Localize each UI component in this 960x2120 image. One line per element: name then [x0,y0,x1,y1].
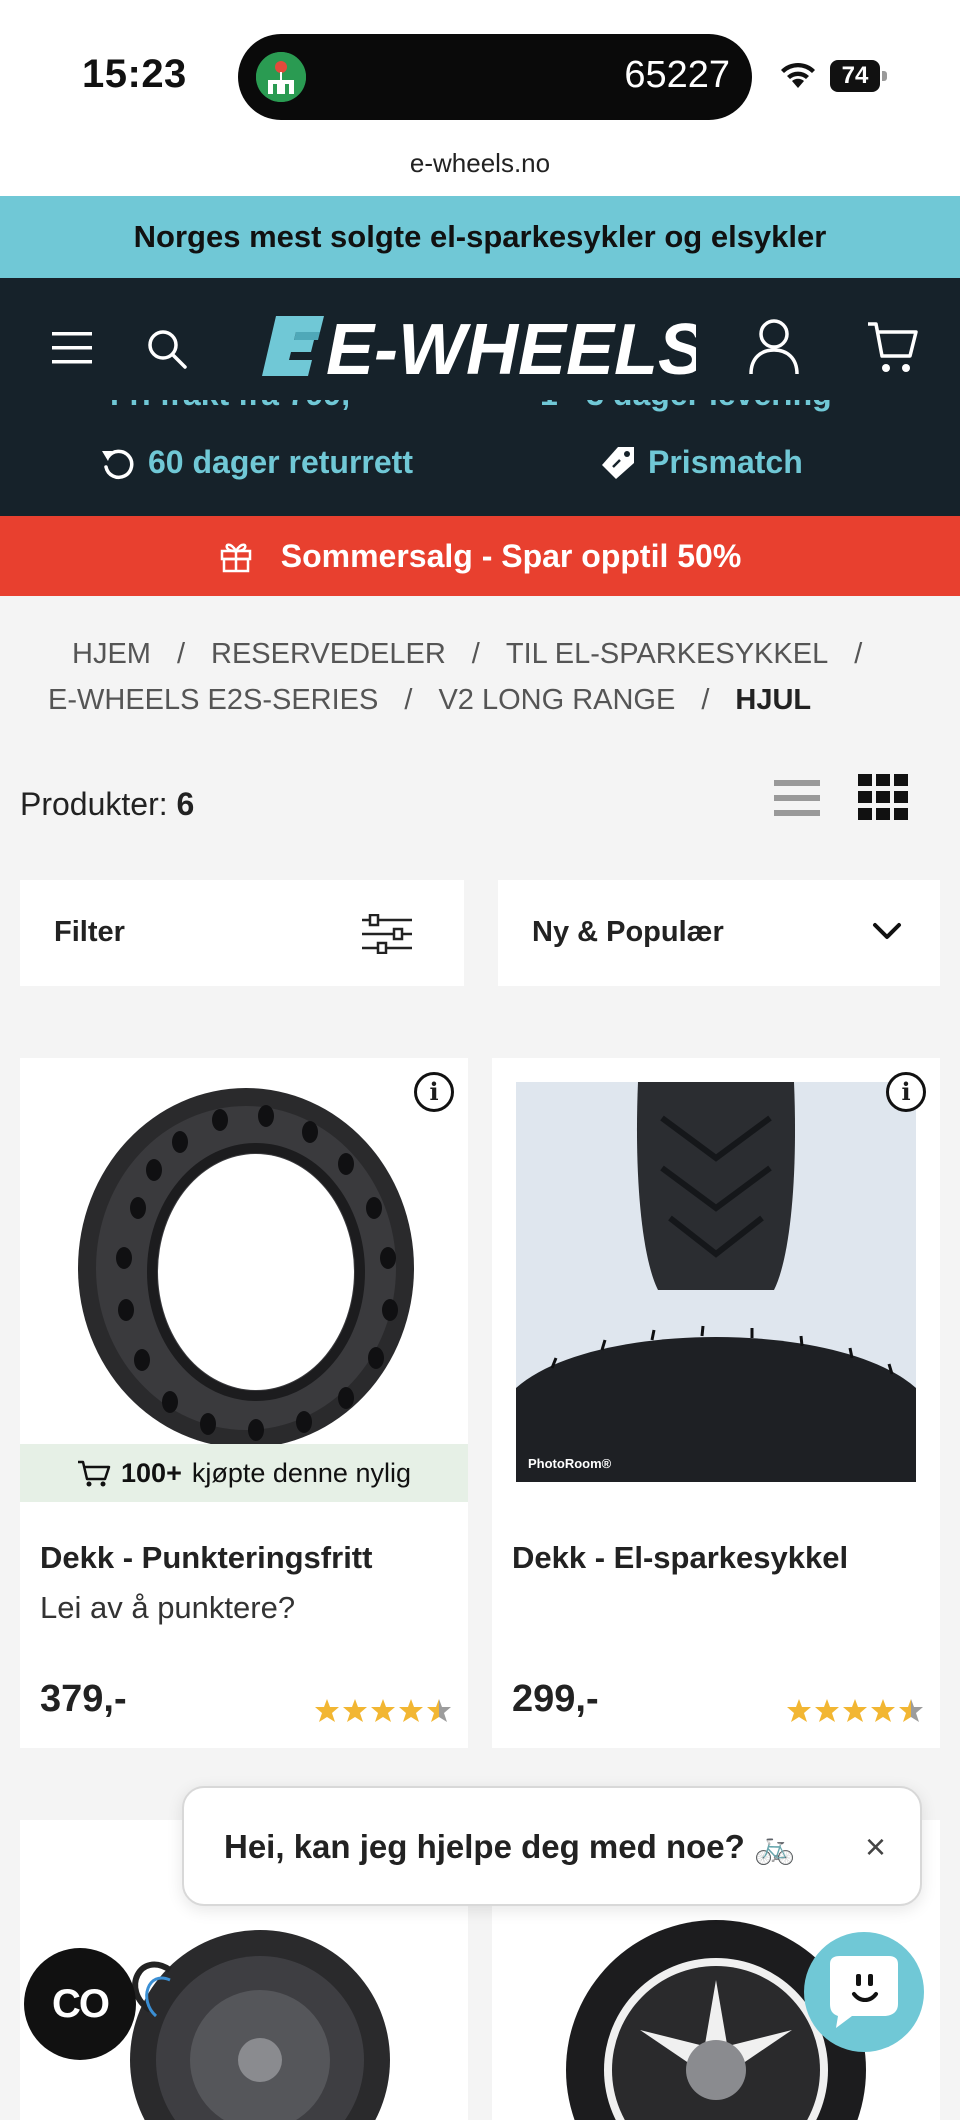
dynamic-island: 65227 [238,34,752,120]
breadcrumb-v2-long-range[interactable]: V2 LONG RANGE [438,684,675,717]
chat-greeting-text: Hei, kan jeg hjelpe deg med noe? 🚲 [224,1828,796,1865]
product-count-label: Produkter: [20,786,168,822]
gift-icon [220,543,251,573]
product-card[interactable]: i 100+ kjøpte denne nylig Dekk - Punkter… [20,1058,468,1748]
filter-label: Filter [54,916,125,948]
logo-text: E-WHEELS [326,310,696,384]
usp-strip: Fri frakt fra 799,- 1 - 3 dager levering… [0,400,960,516]
rating-stars [786,1698,924,1724]
rating-stars [314,1698,452,1724]
product-card[interactable]: PhotoRoom® i Dekk - El-sparkesykkel 299,… [492,1058,940,1748]
chat-launcher-button[interactable] [804,1932,924,2052]
breadcrumb-separator: / [701,684,710,716]
product-image[interactable]: i 100+ kjøpte denne nylig [20,1058,468,1502]
breadcrumb-home[interactable]: HJEM [72,638,151,671]
cart-icon[interactable] [866,318,918,376]
co-widget-button[interactable]: CO [24,1948,136,2060]
sliders-icon [362,914,412,954]
chat-greeting-bubble[interactable]: Hei, kan jeg hjelpe deg med noe? 🚲 × [182,1786,922,1906]
sort-dropdown[interactable]: Ny & Populær [498,880,940,986]
usp-returns-label: 60 dager returrett [148,444,413,480]
url-bar[interactable]: e-wheels.no [0,146,960,196]
breadcrumb-current: HJUL [735,684,812,716]
status-time: 15:23 [82,52,187,96]
product-title[interactable]: Dekk - Punkteringsfritt [40,1540,372,1576]
usp-returns: 60 dager returrett [100,444,413,481]
usp-pricematch: Prismatch [600,444,803,481]
purchase-text: kjøpte denne nylig [191,1457,411,1488]
return-icon [102,449,134,479]
breadcrumb-reservedeler[interactable]: RESERVEDELER [211,638,446,671]
info-icon[interactable]: i [886,1072,926,1112]
status-bar: 15:23 65227 74 [0,0,960,146]
tire-image [20,1058,468,1448]
breadcrumb-separator: / [404,684,413,716]
chat-bot-icon [830,1956,898,2028]
sort-label: Ny & Populær [532,916,724,948]
app-activity-icon [256,52,306,102]
product-title[interactable]: Dekk - El-sparkesykkel [512,1540,848,1576]
product-price: 299,- [512,1678,599,1720]
sale-text: Sommersalg - Spar opptil 50% [280,537,742,574]
account-icon[interactable] [748,318,800,376]
breadcrumb-separator: / [471,638,480,670]
sale-banner[interactable]: Sommersalg - Spar opptil 50% [0,516,960,596]
price-tag-icon [602,446,634,479]
menu-icon[interactable] [52,332,92,364]
list-view-icon[interactable] [774,776,820,820]
search-icon[interactable] [146,328,188,370]
site-header: E-WHEELS [0,278,960,414]
breadcrumb-separator: / [854,638,863,670]
recent-purchases-badge: 100+ kjøpte denne nylig [20,1444,468,1502]
battery-icon: 74 [830,60,887,92]
usp-pricematch-label: Prismatch [648,444,803,480]
site-logo[interactable]: E-WHEELS [262,308,696,384]
filter-button[interactable]: Filter [20,880,464,986]
usp-free-shipping: Fri frakt fra 799,- [110,400,361,413]
chevron-down-icon [873,923,901,939]
breadcrumb-til-el-sparkesykkel[interactable]: TIL EL-SPARKESYKKEL [506,638,828,671]
top-banner: Norges mest solgte el-sparkesykler og el… [0,196,960,278]
close-icon[interactable]: × [865,1826,886,1868]
purchase-count: 100+ [121,1457,182,1488]
info-icon[interactable]: i [414,1072,454,1112]
wifi-icon [781,62,815,88]
image-watermark: PhotoRoom® [528,1456,612,1471]
product-image[interactable]: PhotoRoom® i [492,1058,940,1502]
island-counter: 65227 [624,54,730,96]
product-price: 379,- [40,1678,127,1720]
cart-icon [78,1460,111,1487]
breadcrumb-separator: / [176,638,186,670]
product-subtitle: Lei av å punktere? [40,1590,296,1625]
usp-delivery: 1 - 3 dager levering [540,400,832,413]
product-count-value: 6 [176,786,195,822]
product-count: Produkter: 6 [20,786,194,823]
breadcrumb-e2s-series[interactable]: E-WHEELS E2S-SERIES [48,684,378,717]
tire-image: PhotoRoom® [492,1058,940,1502]
grid-view-icon[interactable] [858,774,908,820]
battery-level: 74 [830,60,880,92]
